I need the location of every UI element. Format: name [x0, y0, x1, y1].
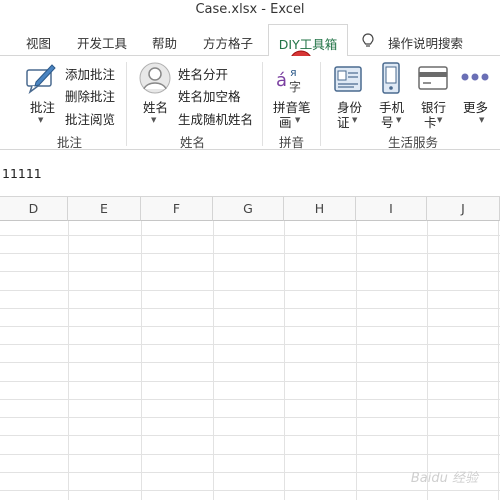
- grid-column-line: [284, 221, 285, 500]
- pinyin-group-label: 拼音: [279, 135, 305, 150]
- comment-button[interactable]: 批注: [30, 97, 55, 116]
- formula-bar[interactable]: 11111: [0, 150, 500, 197]
- more-button[interactable]: 更多: [463, 97, 488, 116]
- column-header-i[interactable]: I: [356, 197, 427, 221]
- column-header-h[interactable]: H: [284, 197, 356, 221]
- comment-group-label: 批注: [57, 135, 83, 150]
- bank-card-icon: [418, 66, 448, 90]
- bank-card-button-line2[interactable]: 卡: [424, 112, 437, 131]
- lightbulb-icon: [362, 33, 374, 47]
- grid-row-line: [0, 490, 500, 491]
- group-divider: [262, 62, 263, 146]
- name-group-label: 姓名: [180, 135, 206, 150]
- grid-row-line: [0, 454, 500, 455]
- id-card-dropdown-icon[interactable]: ▼: [352, 116, 357, 124]
- grid-row-line: [0, 271, 500, 272]
- random-name-button[interactable]: 生成随机姓名: [178, 109, 253, 128]
- grid-row-line: [0, 417, 500, 418]
- grid-column-line: [498, 221, 499, 500]
- tab-developer[interactable]: 开发工具: [77, 33, 127, 52]
- tab-fangfang[interactable]: 方方格子: [203, 33, 253, 52]
- formula-bar-value[interactable]: 11111: [2, 166, 42, 181]
- grid-row-line: [0, 435, 500, 436]
- svg-text:字: 字: [289, 79, 301, 94]
- more-dropdown-icon[interactable]: ▼: [479, 116, 484, 124]
- column-header-f[interactable]: F: [141, 197, 213, 221]
- split-name-button[interactable]: 姓名分开: [178, 64, 228, 83]
- name-add-space-button[interactable]: 姓名加空格: [178, 86, 241, 105]
- browse-comment-button[interactable]: 批注阅览: [65, 109, 115, 128]
- column-header-g[interactable]: G: [213, 197, 284, 221]
- comment-pen-icon: [26, 64, 56, 94]
- ribbon-tabs: 视图 开发工具 帮助 方方格子 DIY工具箱 操作说明搜索: [0, 24, 500, 79]
- svg-text:á: á: [276, 70, 287, 91]
- grid-row-line: [0, 381, 500, 382]
- id-card-button-line2[interactable]: 证: [337, 112, 350, 131]
- grid-row-line: [0, 362, 500, 363]
- grid-column-line: [427, 221, 428, 500]
- grid-row-line: [0, 344, 500, 345]
- watermark: Baidu 经验: [410, 471, 478, 486]
- grid-row-line: [0, 253, 500, 254]
- tell-me-search[interactable]: 操作说明搜索: [388, 33, 463, 52]
- grid-row-line: [0, 235, 500, 236]
- column-header-e[interactable]: E: [68, 197, 141, 221]
- spreadsheet-grid[interactable]: D E F G H I J Baidu 经验: [0, 197, 500, 500]
- pinyin-stroke-button-line2[interactable]: 画: [279, 112, 292, 131]
- name-dropdown-icon[interactable]: ▼: [151, 116, 156, 124]
- grid-column-line: [213, 221, 214, 500]
- add-comment-button[interactable]: 添加批注: [65, 64, 115, 83]
- grid-row-line: [0, 399, 500, 400]
- id-card-icon: [334, 66, 362, 92]
- phone-number-button-line2[interactable]: 号: [381, 112, 394, 131]
- more-dots-icon: [461, 73, 489, 81]
- grid-column-line: [68, 221, 69, 500]
- life-service-group-label: 生活服务: [388, 135, 439, 150]
- pinyin-dropdown-icon[interactable]: ▼: [295, 116, 300, 124]
- bank-card-dropdown-icon[interactable]: ▼: [437, 116, 442, 124]
- svg-text:я: я: [290, 66, 297, 79]
- name-button[interactable]: 姓名: [143, 97, 168, 116]
- window-title: Case.xlsx - Excel: [195, 2, 305, 17]
- column-header-d[interactable]: D: [0, 197, 68, 221]
- grid-row-line: [0, 308, 500, 309]
- comment-dropdown-icon[interactable]: ▼: [38, 116, 43, 124]
- grid-column-line: [356, 221, 357, 500]
- person-avatar-icon: [139, 62, 171, 94]
- ribbon: 批注 ▼ 添加批注 删除批注 批注阅览 批注 姓名 ▼ 姓名分开 姓名加空格 生…: [0, 56, 500, 150]
- mobile-phone-icon: [382, 62, 400, 94]
- group-divider: [126, 62, 127, 146]
- tab-view[interactable]: 视图: [26, 33, 51, 52]
- grid-row-line: [0, 290, 500, 291]
- phone-dropdown-icon[interactable]: ▼: [396, 116, 401, 124]
- pinyin-icon: á я 字: [276, 66, 301, 94]
- tab-help[interactable]: 帮助: [152, 33, 177, 52]
- grid-row-line: [0, 326, 500, 327]
- group-divider: [320, 62, 321, 146]
- title-bar: Case.xlsx - Excel: [0, 0, 500, 24]
- delete-comment-button[interactable]: 删除批注: [65, 86, 115, 105]
- grid-column-line: [141, 221, 142, 500]
- column-header-j[interactable]: J: [427, 197, 500, 221]
